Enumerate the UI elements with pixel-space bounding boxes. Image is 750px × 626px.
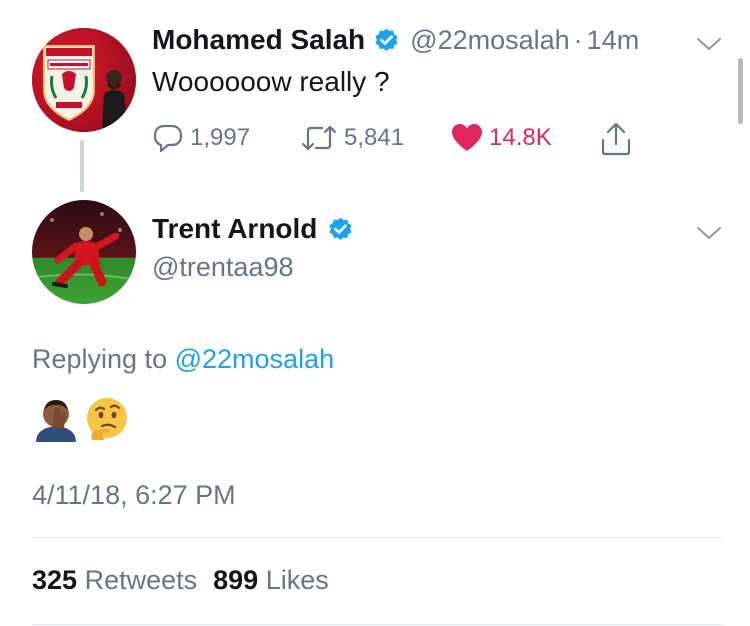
retweet-count: 5,841 bbox=[344, 124, 405, 151]
thread-connector-line bbox=[80, 140, 84, 192]
main-tweet-menu-chevron-down-icon[interactable] bbox=[696, 225, 722, 241]
likes-label: Likes bbox=[265, 565, 329, 595]
like-count: 14.8K bbox=[489, 124, 552, 151]
retweet-action[interactable]: 5,841 bbox=[300, 123, 404, 153]
replying-to-label: Replying to bbox=[32, 344, 168, 374]
retweets-count: 325 bbox=[32, 565, 78, 595]
likes-stat[interactable]: 899 Likes bbox=[213, 565, 329, 596]
reply-count: 1,997 bbox=[190, 124, 251, 151]
share-action[interactable] bbox=[600, 122, 632, 161]
liverpool-crest-avatar-image bbox=[32, 28, 136, 132]
retweet-icon bbox=[301, 125, 337, 151]
replying-to-handle-link[interactable]: @22mosalah bbox=[175, 344, 335, 374]
parent-author-name[interactable]: Mohamed Salah bbox=[152, 24, 365, 56]
player-celebration-avatar-image bbox=[32, 200, 136, 304]
parent-tweet-text: Woooooow really ? bbox=[152, 66, 390, 97]
main-tweet-author: Trent Arnold bbox=[152, 213, 354, 245]
verified-badge-icon bbox=[329, 217, 352, 240]
like-action[interactable]: 14.8K bbox=[451, 123, 552, 153]
parent-tweet[interactable]: Mohamed Salah @22mosalah · 14m Woooooow … bbox=[0, 0, 750, 190]
retweets-stat[interactable]: 325 Retweets bbox=[32, 565, 197, 596]
replying-to-line: Replying to @22mosalah bbox=[32, 344, 334, 375]
header-separator: · bbox=[573, 24, 583, 55]
divider-bottom bbox=[32, 624, 724, 625]
reply-icon bbox=[153, 124, 183, 153]
parent-author-handle[interactable]: @22mosalah bbox=[410, 25, 570, 56]
likes-count: 899 bbox=[213, 565, 259, 595]
verified-badge-icon bbox=[375, 28, 398, 51]
parent-tweet-menu-chevron-down-icon[interactable] bbox=[696, 36, 722, 52]
parent-author-avatar[interactable] bbox=[32, 28, 136, 132]
main-author-avatar[interactable] bbox=[32, 200, 136, 304]
main-author-handle[interactable]: @trentaa98 bbox=[152, 252, 294, 283]
parent-tweet-header: Mohamed Salah @22mosalah · 14m bbox=[152, 24, 639, 56]
parent-tweet-time[interactable]: 14m bbox=[587, 25, 640, 56]
share-icon bbox=[601, 122, 631, 156]
main-tweet-text: 🤦🏾‍♂️ 🤔 bbox=[32, 396, 130, 442]
retweets-label: Retweets bbox=[84, 565, 198, 595]
divider-top bbox=[32, 537, 724, 538]
facepalm-emoji-icon: 🤦🏾‍♂️ bbox=[36, 400, 76, 442]
tweet-timestamp[interactable]: 4/11/18, 6:27 PM bbox=[32, 480, 236, 511]
heart-filled-icon bbox=[452, 124, 482, 151]
thinking-face-emoji-icon: 🤔 bbox=[87, 398, 127, 440]
reply-action[interactable]: 1,997 bbox=[152, 123, 250, 153]
tweet-stats: 325 Retweets 899 Likes bbox=[32, 565, 329, 596]
main-author-name[interactable]: Trent Arnold bbox=[152, 213, 317, 245]
